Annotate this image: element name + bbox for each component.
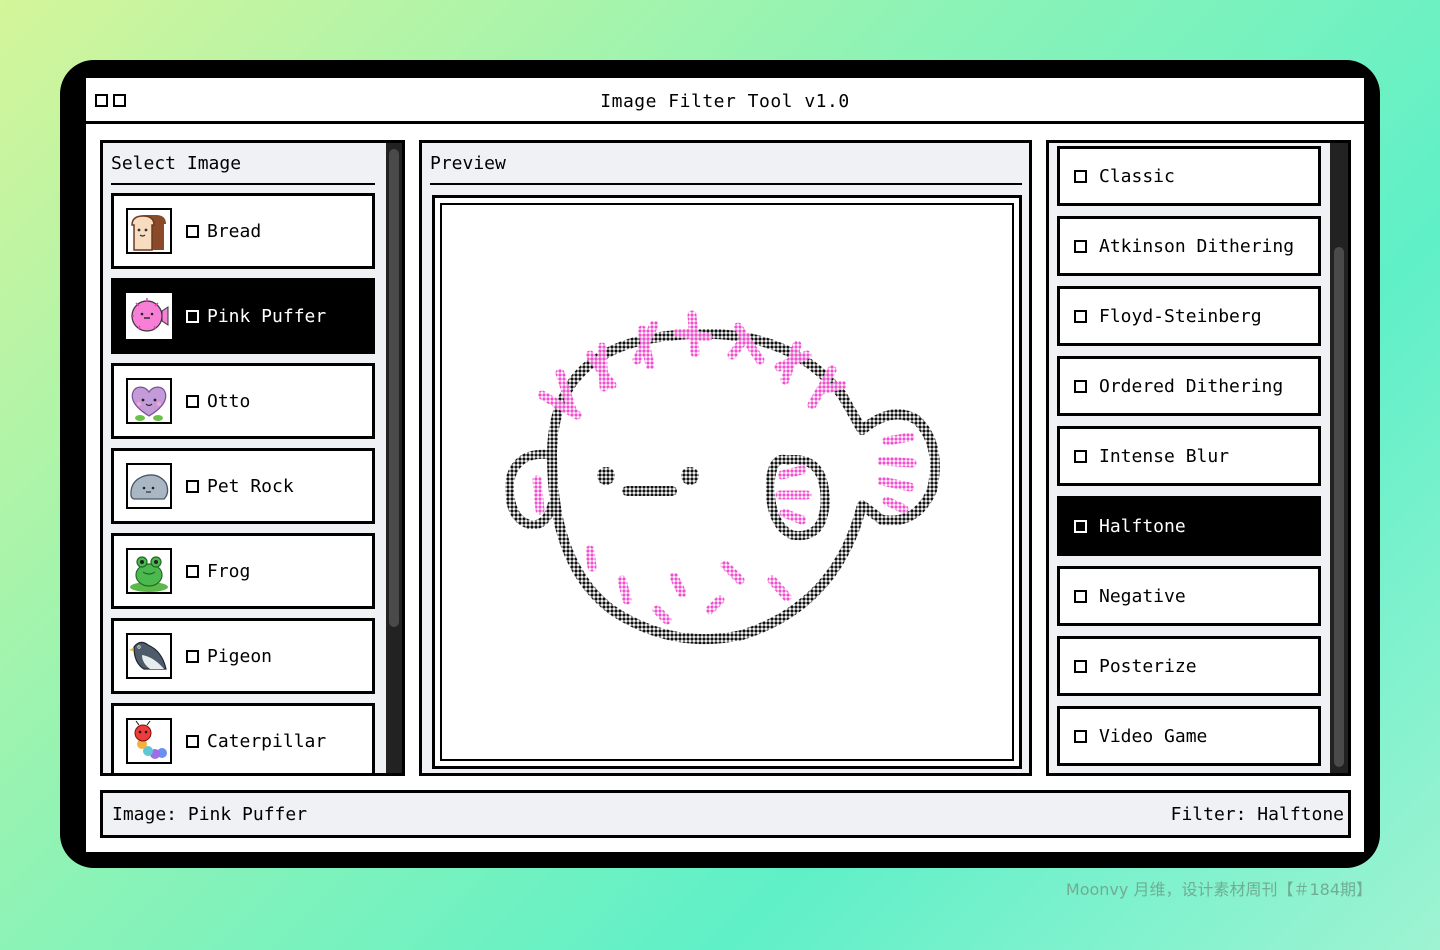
image-item-label: Pet Rock [207, 475, 294, 497]
filter-checkbox[interactable] [1074, 239, 1087, 253]
image-checkbox[interactable] [186, 394, 199, 408]
filter-checkbox[interactable] [1074, 449, 1087, 463]
image-checkbox[interactable] [186, 224, 199, 238]
image-item-label: Pink Puffer [207, 305, 327, 327]
image-item-label: Otto [207, 390, 251, 412]
frog-icon [126, 548, 172, 594]
image-item-pigeon[interactable]: Pigeon [111, 618, 375, 694]
rock-icon [126, 463, 172, 509]
image-panel-heading: Select Image [111, 153, 242, 174]
filter-checkbox[interactable] [1074, 379, 1087, 393]
filter-label: Ordered Dithering [1099, 375, 1284, 397]
image-checkbox[interactable] [186, 649, 199, 663]
filter-label: Halftone [1099, 515, 1186, 537]
image-item-label: Frog [207, 560, 251, 582]
window-title: Image Filter Tool v1.0 [600, 91, 850, 112]
pigeon-icon [126, 633, 172, 679]
pufferfish-icon [126, 293, 172, 339]
image-list: Bread Pink Puffer Otto Pet Rock Frog Pig… [111, 193, 375, 773]
device-frame: Image Filter Tool v1.0 Select Image Brea… [60, 60, 1380, 868]
image-select-panel: Select Image Bread Pink Puffer Otto Pet … [100, 140, 405, 776]
panel-divider [111, 183, 375, 185]
title-bar: Image Filter Tool v1.0 [86, 78, 1364, 124]
filter-item-floyd-steinberg[interactable]: Floyd-Steinberg [1057, 286, 1321, 346]
filter-checkbox[interactable] [1074, 519, 1087, 533]
preview-canvas [440, 203, 1014, 761]
filter-label: Floyd-Steinberg [1099, 305, 1262, 327]
filter-label: Negative [1099, 585, 1186, 607]
caterpillar-icon [126, 718, 172, 764]
panel-divider [430, 183, 1022, 185]
watermark-text: Moonvy 月维，设计素材周刊【＃184期】 [1065, 880, 1372, 899]
filter-item-intense-blur[interactable]: Intense Blur [1057, 426, 1321, 486]
preview-heading: Preview [430, 153, 506, 174]
filter-item-negative[interactable]: Negative [1057, 566, 1321, 626]
filter-label: Posterize [1099, 655, 1197, 677]
scrollbar-thumb[interactable] [1334, 247, 1344, 767]
filter-panel: Classic Atkinson Dithering Floyd-Steinbe… [1046, 140, 1351, 776]
filter-item-classic[interactable]: Classic [1057, 146, 1321, 206]
image-item-label: Caterpillar [207, 730, 327, 752]
image-item-label: Pigeon [207, 645, 273, 667]
filter-item-ordered-dithering[interactable]: Ordered Dithering [1057, 356, 1321, 416]
heart-creature-icon [126, 378, 172, 424]
filter-checkbox[interactable] [1074, 589, 1087, 603]
filter-checkbox[interactable] [1074, 729, 1087, 743]
image-checkbox[interactable] [186, 309, 199, 323]
bread-icon [126, 208, 172, 254]
image-item-pink-puffer[interactable]: Pink Puffer [111, 278, 375, 354]
filter-label: Classic [1099, 165, 1175, 187]
filter-list-scrollbar[interactable] [1330, 143, 1348, 773]
status-bar: Image: Pink Puffer Filter: Halftone [100, 790, 1351, 838]
image-item-label: Bread [207, 220, 262, 242]
filter-checkbox[interactable] [1074, 659, 1087, 673]
image-item-pet-rock[interactable]: Pet Rock [111, 448, 375, 524]
preview-panel: Preview [419, 140, 1032, 776]
filter-label: Atkinson Dithering [1099, 235, 1295, 257]
image-item-frog[interactable]: Frog [111, 533, 375, 609]
pufferfish-halftone-image [505, 310, 940, 645]
image-list-scrollbar[interactable] [386, 143, 402, 773]
filter-item-halftone[interactable]: Halftone [1057, 496, 1321, 556]
image-checkbox[interactable] [186, 564, 199, 578]
status-filter: Filter: Halftone [1170, 804, 1344, 825]
image-item-otto[interactable]: Otto [111, 363, 375, 439]
filter-label: Video Game [1099, 725, 1208, 747]
filter-checkbox[interactable] [1074, 169, 1087, 183]
scrollbar-thumb[interactable] [389, 149, 399, 627]
image-item-caterpillar[interactable]: Caterpillar [111, 703, 375, 773]
image-item-bread[interactable]: Bread [111, 193, 375, 269]
image-checkbox[interactable] [186, 734, 199, 748]
filter-item-posterize[interactable]: Posterize [1057, 636, 1321, 696]
filter-item-atkinson-dithering[interactable]: Atkinson Dithering [1057, 216, 1321, 276]
filter-checkbox[interactable] [1074, 309, 1087, 323]
filter-item-video-game[interactable]: Video Game [1057, 706, 1321, 766]
status-image: Image: Pink Puffer [112, 804, 308, 825]
image-checkbox[interactable] [186, 479, 199, 493]
filter-label: Intense Blur [1099, 445, 1230, 467]
preview-frame [432, 195, 1022, 769]
app-window: Image Filter Tool v1.0 Select Image Brea… [86, 78, 1364, 852]
